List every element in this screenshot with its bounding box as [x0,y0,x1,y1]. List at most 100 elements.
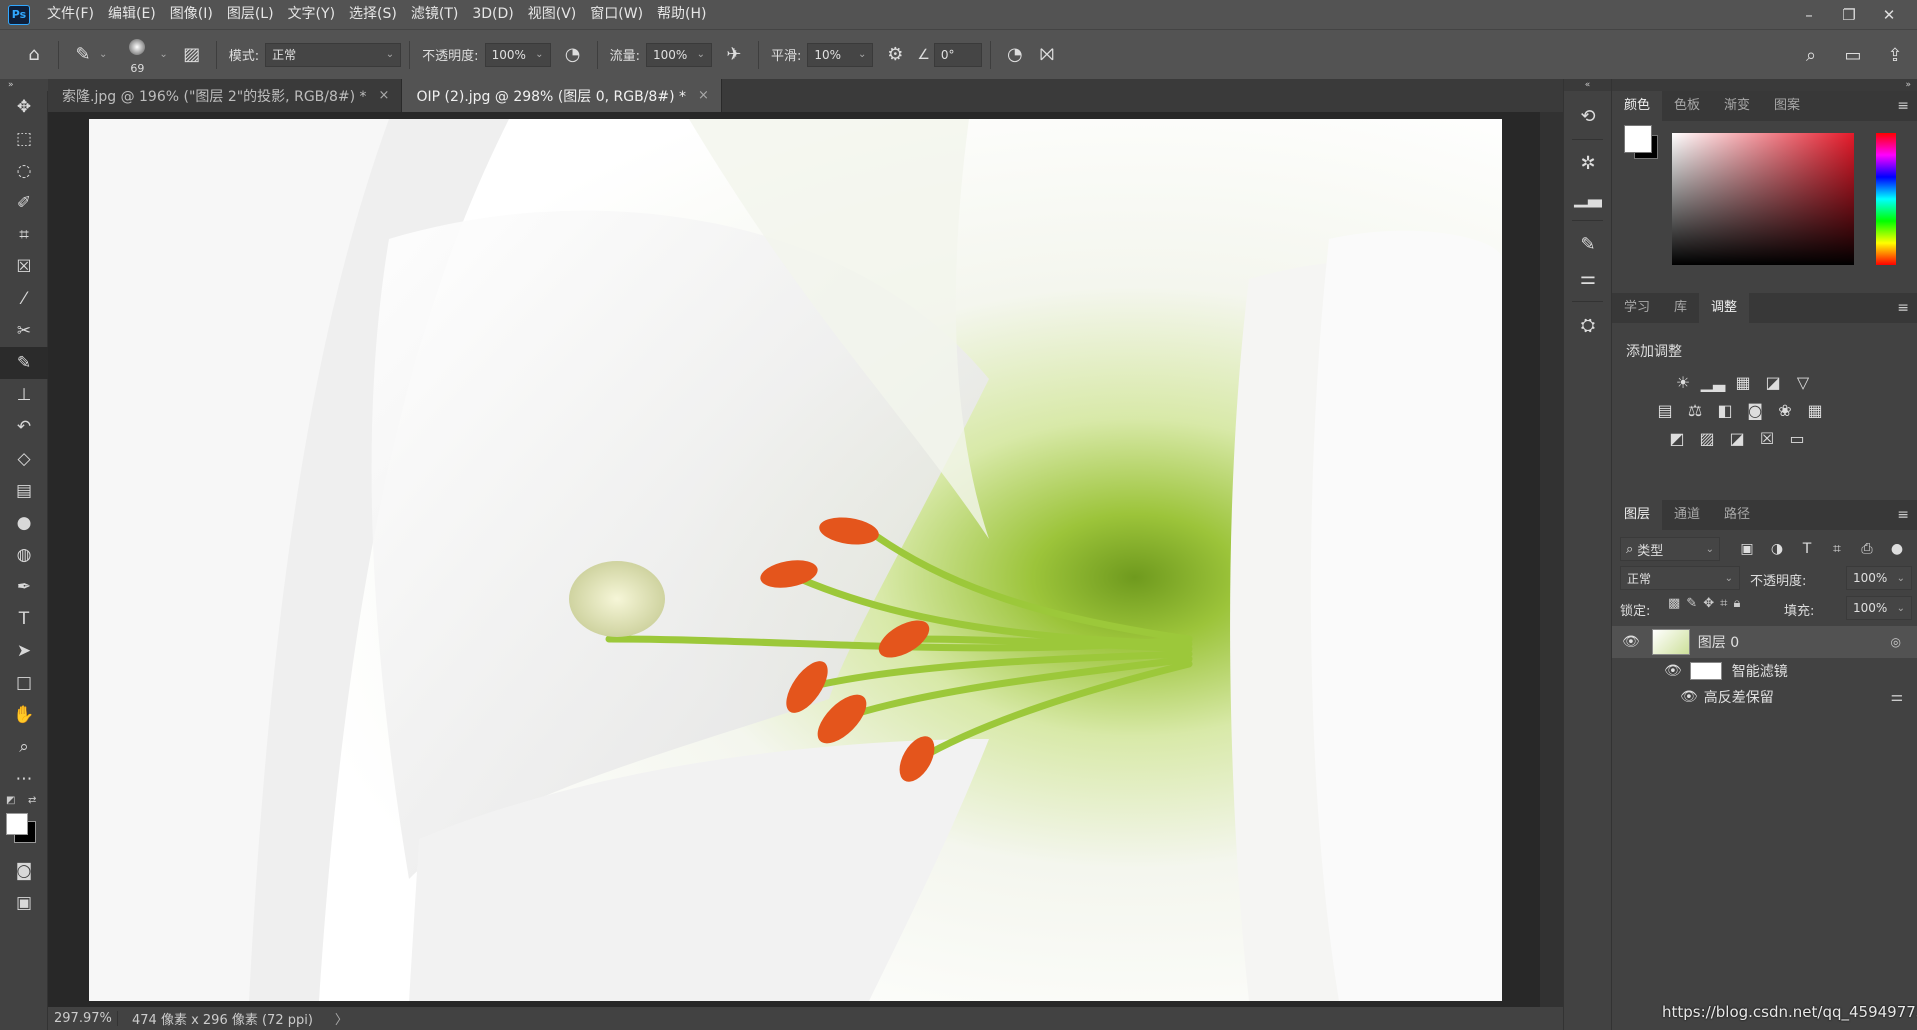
tab-swatches[interactable]: 色板 [1662,91,1712,121]
hue-saturation-icon[interactable]: ▤ [1654,399,1676,421]
menu-window[interactable]: 窗口(W) [583,0,650,29]
symmetry-butterfly-icon[interactable]: ⨝ [1031,39,1063,71]
color-panel-foreground-swatch[interactable] [1624,125,1652,153]
share-icon[interactable]: ⇪ [1879,39,1911,71]
panel-menu-icon[interactable]: ≡ [1897,300,1917,316]
search-icon[interactable]: ⌕ [1795,39,1827,71]
channel-mixer-icon[interactable]: ❀ [1774,399,1796,421]
screen-mode-icon[interactable]: ▣ [0,887,48,919]
navigator-panel-icon[interactable]: ✲ [1564,146,1612,180]
lock-transparency-icon[interactable]: ▩ [1668,596,1680,611]
brush-tool-preset-icon[interactable]: ✎ [67,39,99,71]
tab-document-1[interactable]: 索隆.jpg @ 196% ("图层 2"的投影, RGB/8#) * × [48,79,403,112]
tab-layers[interactable]: 图层 [1612,500,1663,530]
pressure-size-icon[interactable]: ◔ [999,39,1031,71]
workspace-icon[interactable]: ▭ [1837,39,1869,71]
pressure-opacity-icon[interactable]: ◔ [557,39,589,71]
vertical-scrollbar[interactable] [1540,112,1563,1007]
clone-stamp-tool-icon[interactable]: ⊥ [0,379,48,411]
type-tool-icon[interactable]: T [0,603,48,635]
brush-size-picker[interactable]: 69 [117,35,157,75]
lock-pixels-icon[interactable]: ✎ [1686,596,1697,611]
filter-blending-options-icon[interactable]: ⚌ [1890,689,1903,705]
history-panel-icon[interactable]: ⟲ [1564,99,1612,133]
canvas-area[interactable] [48,112,1563,1007]
smart-filter-toggle-icon[interactable]: ◎ [1891,635,1901,649]
invert-icon[interactable]: ◩ [1666,427,1688,449]
gradient-tool-icon[interactable]: ▤ [0,475,48,507]
layer-row-0[interactable]: 👁︎ 图层 0 ◎ [1612,626,1917,658]
exposure-icon[interactable]: ◪ [1762,371,1784,393]
pen-tool-icon[interactable]: ✒ [0,571,48,603]
brush-settings-icon[interactable]: ⚌ [1564,261,1612,295]
eraser-tool-icon[interactable]: ◇ [0,443,48,475]
chevron-down-icon[interactable]: ⌄ [99,49,107,60]
type-filter-icon[interactable]: T [1796,538,1818,560]
panel-menu-icon[interactable]: ≡ [1897,507,1917,523]
tab-document-2[interactable]: OIP (2).jpg @ 298% (图层 0, RGB/8#) * × [402,79,722,112]
color-balance-icon[interactable]: ⚖ [1684,399,1706,421]
smart-object-filter-icon[interactable]: ⎙ [1856,538,1878,560]
lasso-tool-icon[interactable]: ◌ [0,155,48,187]
frame-tool-icon[interactable]: ☒ [0,251,48,283]
close-window-button[interactable]: ✕ [1869,6,1909,24]
menu-3d[interactable]: 3D(D) [465,0,520,29]
eyedropper-tool-icon[interactable]: ⁄ [0,283,48,315]
airbrush-icon[interactable]: ✈ [718,39,750,71]
tab-learn[interactable]: 学习 [1612,293,1662,323]
minimize-button[interactable]: – [1789,6,1829,24]
menu-filter[interactable]: 滤镜(T) [404,0,465,29]
color-lookup-icon[interactable]: ▦ [1804,399,1826,421]
menu-type[interactable]: 文字(Y) [281,0,342,29]
visibility-eye-icon[interactable]: 👁︎ [1664,663,1682,679]
mode-dropdown[interactable]: 正常 ⌄ [265,42,402,67]
default-colors-icon[interactable]: ◩ [6,795,15,806]
hue-slider[interactable] [1876,133,1896,265]
marquee-tool-icon[interactable]: ⬚ [0,123,48,155]
menu-view[interactable]: 视图(V) [521,0,584,29]
brush-tool-icon[interactable]: ✎ [0,347,48,379]
black-white-icon[interactable]: ◧ [1714,399,1736,421]
close-tab-icon[interactable]: × [698,88,709,103]
menu-image[interactable]: 图像(I) [163,0,220,29]
zoom-level[interactable]: 297.97% [48,1011,118,1026]
menu-help[interactable]: 帮助(H) [650,0,713,29]
move-tool-icon[interactable]: ✥ [0,91,48,123]
tab-paths[interactable]: 路径 [1712,500,1762,530]
histogram-panel-icon[interactable]: ▁▃ [1564,180,1612,214]
lock-position-icon[interactable]: ✥ [1703,596,1714,611]
menu-select[interactable]: 选择(S) [342,0,404,29]
layer-opacity-field[interactable]: 100% ⌄ [1846,566,1912,590]
opacity-field[interactable]: 100% ⌄ [484,42,551,67]
adjustment-filter-icon[interactable]: ◑ [1766,538,1788,560]
tab-color[interactable]: 颜色 [1612,91,1663,121]
shape-filter-icon[interactable]: ⌗ [1826,538,1848,560]
brightness-contrast-icon[interactable]: ☀ [1672,371,1694,393]
close-tab-icon[interactable]: × [379,88,390,103]
selective-color-icon[interactable]: ☒ [1756,427,1778,449]
filter-toggle-icon[interactable]: ● [1886,538,1908,560]
menu-layer[interactable]: 图层(L) [220,0,281,29]
posterize-icon[interactable]: ▨ [1696,427,1718,449]
color-picker-field[interactable] [1672,133,1854,265]
document-image[interactable] [89,119,1502,1001]
visibility-eye-icon[interactable]: 👁︎ [1622,634,1640,650]
status-menu-arrow-icon[interactable]: 〉 [335,1009,348,1028]
threshold-icon[interactable]: ◪ [1726,427,1748,449]
blur-tool-icon[interactable]: ● [0,507,48,539]
photo-filter-icon[interactable]: ◙ [1744,399,1766,421]
visibility-eye-icon[interactable]: 👁︎ [1680,689,1698,705]
rectangle-tool-icon[interactable]: □ [0,667,48,699]
restore-button[interactable]: ❐ [1829,6,1869,24]
panel-menu-icon[interactable]: ≡ [1897,98,1917,114]
levels-icon[interactable]: ▁▃ [1701,371,1726,393]
gradient-map-icon[interactable]: ▭ [1786,427,1808,449]
tab-patterns[interactable]: 图案 [1762,91,1812,121]
angle-field[interactable]: 0° [933,42,982,67]
layer-row-high-pass[interactable]: 👁︎ 高反差保留 ⚌ [1612,684,1917,710]
fill-field[interactable]: 100% ⌄ [1846,596,1912,620]
pixel-filter-icon[interactable]: ▣ [1736,538,1758,560]
hand-tool-icon[interactable]: ✋ [0,699,48,731]
blend-mode-dropdown[interactable]: 正常 ⌄ [1620,566,1740,590]
layer-row-smart-filters[interactable]: 👁︎ 智能滤镜 [1612,658,1917,684]
